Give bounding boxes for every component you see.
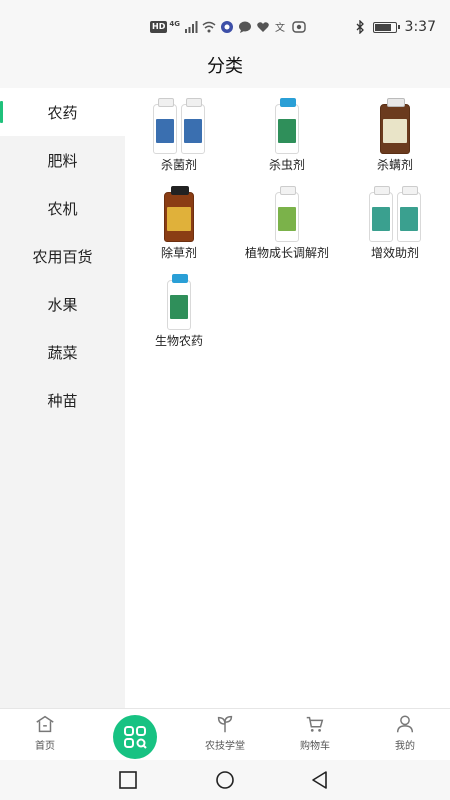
sidebar-item-fruit[interactable]: 水果 bbox=[0, 280, 125, 328]
signal-icon bbox=[184, 21, 198, 33]
subcategory-label: 杀菌剂 bbox=[160, 158, 197, 172]
nav-profile[interactable]: 我的 bbox=[360, 709, 450, 760]
nav-label: 购物车 bbox=[300, 741, 330, 752]
app-notification-icon bbox=[220, 21, 233, 33]
sidebar-item-seedlings[interactable]: 种苗 bbox=[0, 376, 125, 424]
status-bar: HD 4G 文 3:37 bbox=[0, 0, 450, 52]
subcategory-bio-pesticide[interactable]: 生物农药 bbox=[125, 270, 233, 358]
page-title: 分类 bbox=[207, 56, 243, 77]
sidebar-item-pesticide[interactable]: 农药 bbox=[0, 88, 125, 136]
category-sidebar: 农药 肥料 农机 农用百货 水果 蔬菜 种苗 bbox=[0, 88, 125, 708]
sidebar-item-label: 农机 bbox=[47, 199, 78, 218]
sprout-icon bbox=[217, 715, 233, 733]
back-triangle-icon[interactable] bbox=[310, 770, 330, 790]
product-image bbox=[255, 182, 319, 242]
system-nav-bar bbox=[0, 760, 450, 800]
user-icon bbox=[396, 715, 414, 733]
sidebar-item-label: 蔬菜 bbox=[47, 343, 78, 362]
nav-cart[interactable]: 购物车 bbox=[270, 709, 360, 760]
message-icon bbox=[238, 21, 251, 33]
cart-icon bbox=[306, 716, 324, 732]
sidebar-item-label: 种苗 bbox=[47, 391, 78, 410]
product-image bbox=[147, 270, 211, 330]
product-image bbox=[255, 94, 319, 154]
subcategory-label: 增效助剂 bbox=[370, 246, 419, 260]
sidebar-item-label: 肥料 bbox=[47, 151, 78, 170]
sidebar-item-farm-goods[interactable]: 农用百货 bbox=[0, 232, 125, 280]
nav-label: 我的 bbox=[395, 741, 415, 752]
product-image bbox=[363, 94, 427, 154]
app-icon bbox=[292, 21, 306, 33]
subcategory-panel: 杀菌剂 杀虫剂 杀螨剂 除草剂 植物成长调解剂 增效助剂 生物农药 bbox=[125, 88, 450, 708]
subcategory-label: 除草剂 bbox=[160, 246, 197, 260]
nav-label: 首页 bbox=[35, 741, 55, 752]
network-badge: HD bbox=[150, 21, 168, 33]
nav-category[interactable] bbox=[90, 709, 180, 760]
status-time: 3:37 bbox=[404, 19, 436, 35]
home-icon bbox=[36, 715, 54, 733]
subcategory-label: 植物成长调解剂 bbox=[244, 246, 329, 260]
sidebar-item-machinery[interactable]: 农机 bbox=[0, 184, 125, 232]
bluetooth-icon bbox=[356, 20, 364, 34]
subcategory-herbicide[interactable]: 除草剂 bbox=[125, 182, 233, 270]
subcategory-fungicide[interactable]: 杀菌剂 bbox=[125, 94, 233, 182]
home-circle-icon[interactable] bbox=[215, 770, 235, 790]
subcategory-insecticide[interactable]: 杀虫剂 bbox=[233, 94, 341, 182]
sidebar-item-label: 农药 bbox=[47, 103, 78, 122]
sidebar-item-vegetables[interactable]: 蔬菜 bbox=[0, 328, 125, 376]
battery-icon bbox=[372, 21, 400, 33]
subcategory-label: 杀虫剂 bbox=[268, 158, 305, 172]
network-type: 4G bbox=[169, 20, 180, 28]
translate-icon: 文 bbox=[275, 21, 285, 34]
subcategory-synergist[interactable]: 增效助剂 bbox=[341, 182, 449, 270]
svg-text:文: 文 bbox=[275, 21, 285, 34]
category-fab[interactable] bbox=[113, 715, 157, 759]
subcategory-acaricide[interactable]: 杀螨剂 bbox=[341, 94, 449, 182]
subcategory-growth-regulator[interactable]: 植物成长调解剂 bbox=[233, 182, 341, 270]
product-image bbox=[147, 94, 211, 154]
status-right-group: 3:37 bbox=[355, 17, 436, 37]
sidebar-item-label: 农用百货 bbox=[32, 247, 93, 266]
status-left-group: HD 4G 文 bbox=[150, 19, 306, 35]
health-icon bbox=[257, 22, 269, 32]
nav-home[interactable]: 首页 bbox=[0, 709, 90, 760]
subcategory-grid: 杀菌剂 杀虫剂 杀螨剂 除草剂 植物成长调解剂 增效助剂 生物农药 bbox=[125, 94, 450, 358]
product-image bbox=[363, 182, 427, 242]
recent-apps-icon[interactable] bbox=[118, 770, 138, 790]
sidebar-item-fertilizer[interactable]: 肥料 bbox=[0, 136, 125, 184]
nav-agri-school[interactable]: 农技学堂 bbox=[180, 709, 270, 760]
wifi-icon bbox=[202, 21, 216, 33]
product-image bbox=[147, 182, 211, 242]
header: 分类 bbox=[0, 52, 450, 88]
bottom-nav: 首页 农技学堂 购物车 我的 bbox=[0, 708, 450, 760]
subcategory-label: 杀螨剂 bbox=[376, 158, 413, 172]
nav-label: 农技学堂 bbox=[205, 741, 245, 752]
sidebar-item-label: 水果 bbox=[47, 295, 78, 314]
category-grid-icon bbox=[124, 726, 147, 749]
subcategory-label: 生物农药 bbox=[154, 334, 203, 348]
